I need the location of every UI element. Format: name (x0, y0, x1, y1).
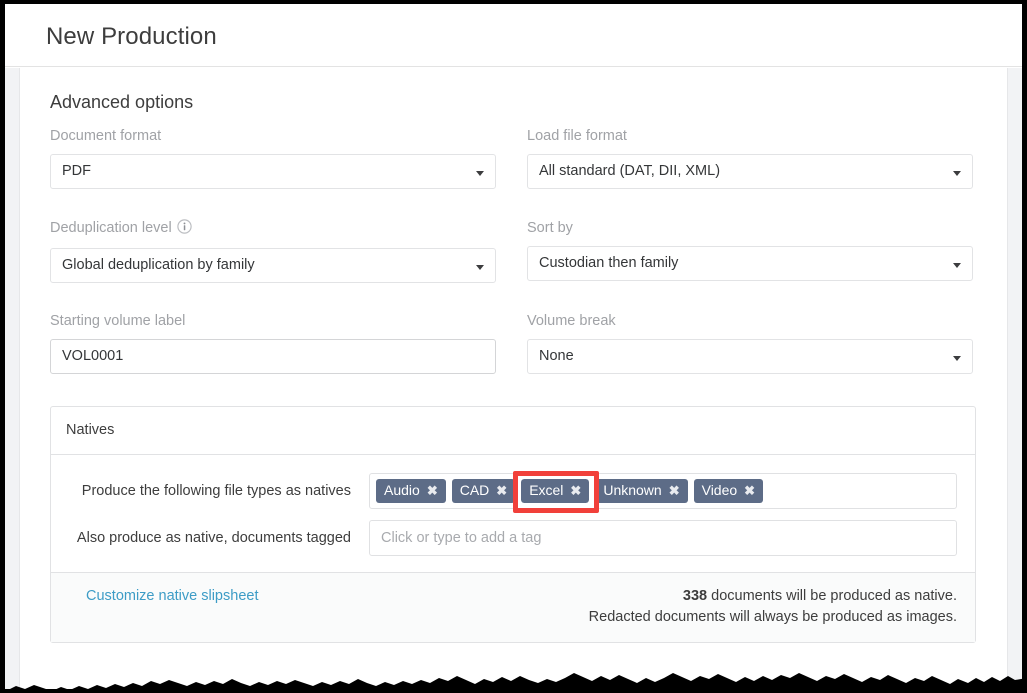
sort-by-value: Custodian then family (539, 255, 679, 271)
document-format-label: Document format (50, 128, 162, 144)
deduplication-level-label: Deduplication level (50, 219, 496, 239)
file-type-tag[interactable]: CAD ✖ (451, 479, 516, 503)
deduplication-level-select[interactable]: Global deduplication by family (50, 248, 496, 283)
deduplication-level-label-text: Deduplication level (50, 220, 172, 236)
field-volume-break: Volume break None (527, 312, 973, 374)
remove-tag-icon[interactable]: ✖ (427, 484, 438, 497)
native-summary-line-1: 338 documents will be produced as native… (589, 586, 957, 607)
load-file-format-select[interactable]: All standard (DAT, DII, XML) (527, 154, 973, 189)
also-produce-tagged-input[interactable]: Click or type to add a tag (369, 520, 957, 556)
chevron-down-icon (476, 265, 484, 270)
field-deduplication-level: Deduplication level Global deduplication… (50, 219, 496, 283)
natives-panel-body: Produce the following file types as nati… (51, 455, 975, 572)
file-types-tag-input[interactable]: Audio ✖ CAD ✖ Excel ✖ Unknown ✖ Video ✖ (369, 471, 957, 513)
screenshot-frame: New Production Advanced options Document… (0, 0, 1027, 693)
native-summary-line-2: Redacted documents will always be produc… (588, 609, 957, 625)
file-type-tag[interactable]: Video ✖ (693, 479, 764, 503)
customize-native-slipsheet-link[interactable]: Customize native slipsheet (69, 586, 258, 606)
native-summary-line-1-rest: documents will be produced as native. (707, 588, 957, 604)
remove-tag-icon[interactable]: ✖ (669, 484, 680, 497)
volume-break-value: None (539, 348, 574, 364)
file-type-tag[interactable]: Excel ✖ (519, 477, 592, 505)
file-type-tag-label: Audio (384, 482, 420, 498)
dialog-titlebar: New Production (5, 4, 1022, 67)
volume-break-label: Volume break (527, 313, 616, 329)
field-starting-volume-label: Starting volume label VOL0001 (50, 312, 496, 374)
deduplication-level-value: Global deduplication by family (62, 257, 255, 273)
chevron-down-icon (476, 171, 484, 176)
field-document-format: Document format PDF (50, 127, 496, 189)
document-format-select[interactable]: PDF (50, 154, 496, 189)
document-format-value: PDF (62, 163, 91, 179)
chevron-down-icon (953, 171, 961, 176)
page-title: New Production (46, 23, 217, 50)
volume-break-select[interactable]: None (527, 339, 973, 374)
natives-panel-footer: Customize native slipsheet 338 documents… (51, 572, 975, 642)
file-type-tag-label: CAD (459, 482, 490, 498)
starting-volume-label-value: VOL0001 (62, 348, 124, 364)
starting-volume-label-input[interactable]: VOL0001 (50, 339, 496, 374)
native-summary: 338 documents will be produced as native… (589, 586, 957, 628)
file-type-tag-label: Excel (529, 482, 564, 498)
chevron-down-icon (953, 263, 961, 268)
remove-tag-icon[interactable]: ✖ (496, 484, 507, 497)
info-circle-icon[interactable] (177, 219, 192, 239)
produce-file-types-row: Produce the following file types as nati… (69, 471, 957, 513)
native-summary-count: 338 (682, 588, 708, 604)
file-type-tag[interactable]: Unknown ✖ (595, 479, 688, 503)
also-produce-tagged-label: Also produce as native, documents tagged (76, 530, 351, 546)
also-produce-tagged-row: Also produce as native, documents tagged… (69, 520, 957, 556)
remove-tag-icon[interactable]: ✖ (570, 484, 581, 497)
field-sort-by: Sort by Custodian then family (527, 219, 973, 281)
sort-by-select[interactable]: Custodian then family (527, 246, 973, 281)
content-card: Advanced options Document format PDF Loa… (19, 68, 1008, 689)
natives-panel-title: Natives (51, 407, 975, 455)
file-type-tag-label: Unknown (603, 482, 662, 498)
dialog-body: Advanced options Document format PDF Loa… (5, 68, 1022, 689)
remove-tag-icon[interactable]: ✖ (744, 484, 755, 497)
load-file-format-label: Load file format (527, 128, 627, 144)
file-type-tag-label: Video (701, 482, 738, 498)
sort-by-label: Sort by (527, 220, 573, 236)
section-title: Advanced options (50, 92, 194, 112)
new-production-dialog: New Production Advanced options Document… (5, 4, 1022, 689)
produce-file-types-label: Produce the following file types as nati… (81, 483, 351, 499)
load-file-format-value: All standard (DAT, DII, XML) (539, 163, 721, 179)
file-type-tag[interactable]: Audio ✖ (376, 479, 446, 503)
field-load-file-format: Load file format All standard (DAT, DII,… (527, 127, 973, 189)
natives-panel: Natives Produce the following file types… (50, 406, 976, 643)
chevron-down-icon (953, 356, 961, 361)
starting-volume-label-label: Starting volume label (50, 313, 186, 329)
